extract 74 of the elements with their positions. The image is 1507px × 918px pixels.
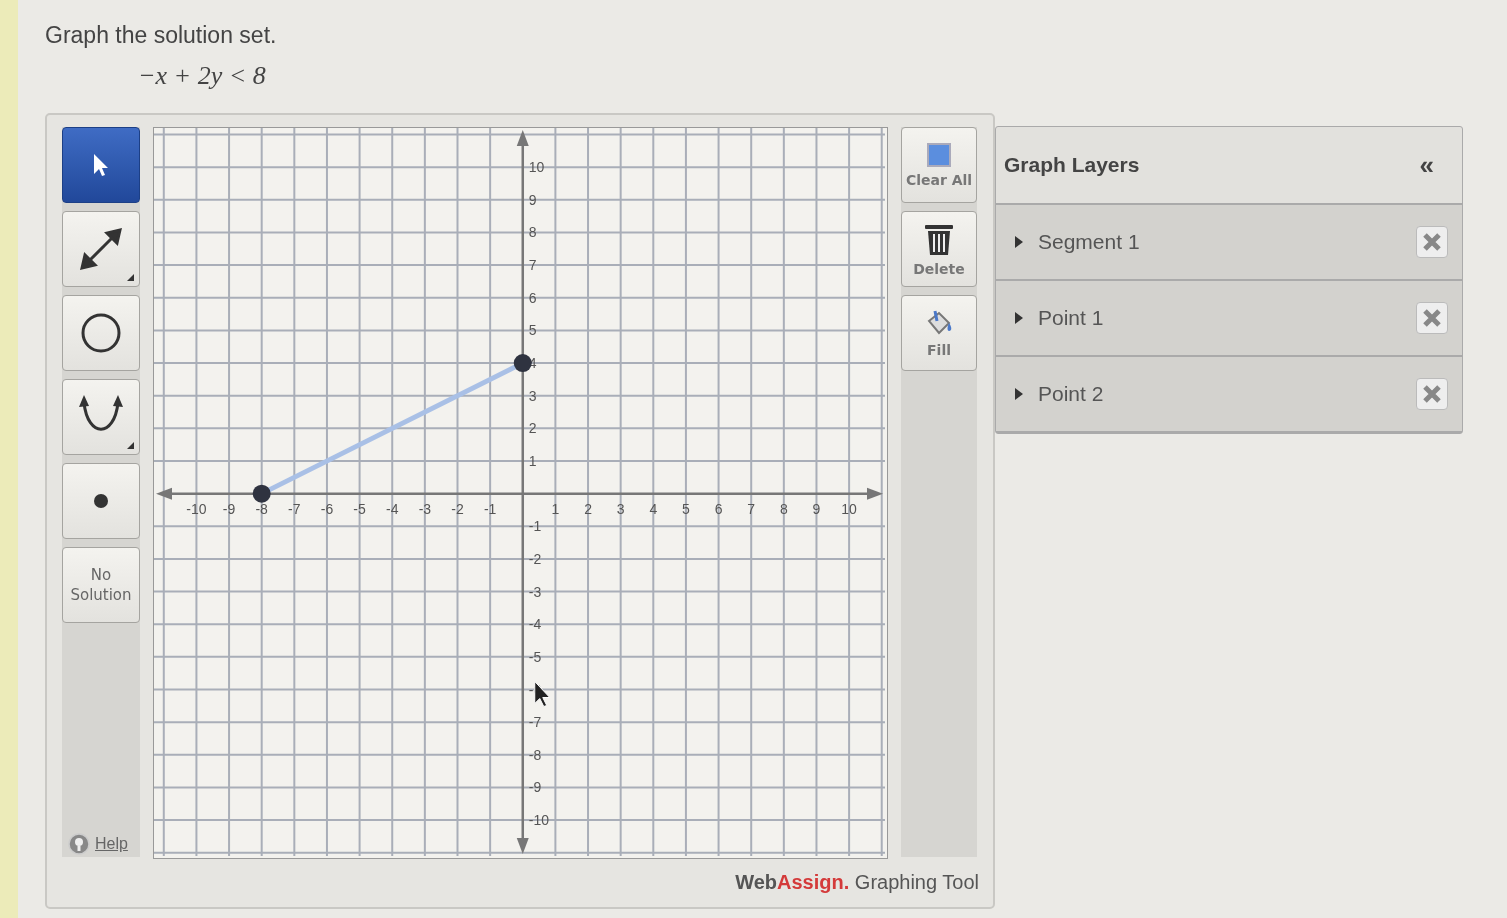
close-icon: [1422, 384, 1442, 404]
tick-label: -8: [255, 500, 268, 517]
tick-label: 9: [812, 500, 821, 517]
fill-button[interactable]: Fill: [901, 295, 977, 371]
circle-icon: [80, 312, 122, 354]
point-tool-button[interactable]: [62, 463, 140, 539]
tick-label: 3: [616, 500, 625, 517]
tick-label: -4: [528, 616, 542, 633]
tick-label: -5: [528, 648, 542, 665]
tick-label: 6: [528, 289, 537, 306]
caret-right-icon[interactable]: [1014, 236, 1024, 248]
tick-label: -1: [483, 500, 497, 517]
layer-row[interactable]: Point 1: [996, 281, 1462, 357]
tick-label: -4: [386, 500, 399, 517]
pointer-tool-button[interactable]: [62, 127, 140, 203]
tick-label: 4: [649, 500, 658, 517]
panel-title: Graph Layers: [1004, 153, 1140, 177]
no-solution-button[interactable]: No Solution: [62, 547, 140, 623]
close-icon: [1422, 308, 1442, 328]
tick-label: 2: [584, 500, 592, 517]
inequality: −x + 2y < 8: [138, 61, 266, 91]
tick-label: 1: [528, 453, 537, 469]
tick-label: -3: [528, 583, 542, 600]
help-link[interactable]: Help: [68, 833, 128, 855]
tick-label: 5: [682, 500, 690, 517]
tick-label: -7: [288, 500, 301, 517]
point-icon: [94, 494, 108, 508]
tick-label: -5: [353, 500, 366, 517]
layer-label: Point 2: [1038, 382, 1105, 406]
tick-label: 9: [528, 191, 537, 208]
collapse-button[interactable]: «: [1419, 149, 1434, 181]
paint-bucket-icon: [925, 308, 953, 337]
tick-label: -3: [418, 500, 432, 517]
close-icon: [1422, 232, 1442, 252]
caret-right-icon[interactable]: [1014, 388, 1024, 400]
tick-label: -9: [528, 779, 542, 796]
tick-label: -7: [528, 714, 542, 731]
circle-tool-button[interactable]: [62, 295, 140, 371]
tick-label: -10: [528, 812, 549, 829]
question-prompt: Graph the solution set.: [45, 22, 278, 49]
tick-label: 8: [528, 224, 537, 241]
layer-row[interactable]: Point 2: [996, 357, 1462, 433]
layer-row[interactable]: Segment 1: [996, 205, 1462, 281]
tick-label: -10: [186, 500, 207, 517]
tick-label: 7: [528, 257, 537, 274]
double-arrow-icon: [79, 227, 123, 271]
delete-button[interactable]: Delete: [901, 211, 977, 287]
tick-label: 1: [551, 500, 560, 517]
delete-layer-button[interactable]: [1416, 226, 1448, 258]
tick-label: -8: [528, 746, 542, 763]
tick-label: 6: [714, 500, 723, 517]
tick-label: 10: [841, 500, 857, 517]
parabola-tool-button[interactable]: [62, 379, 140, 455]
line-tool-button[interactable]: [62, 211, 140, 287]
tick-label: 5: [528, 322, 537, 339]
delete-layer-button[interactable]: [1416, 302, 1448, 334]
clear-button[interactable]: Clear All: [901, 127, 977, 203]
tick-label: -2: [528, 550, 542, 567]
layer-label: Segment 1: [1038, 230, 1141, 254]
tick-label: 2: [528, 420, 537, 437]
tick-label: -1: [528, 518, 542, 535]
tick-label: -6: [320, 500, 334, 517]
tick-label: 3: [528, 387, 537, 404]
tool-credit: WebAssign. Graphing Tool: [735, 871, 979, 894]
tick-label: 7: [747, 500, 756, 517]
tick-label: -2: [451, 500, 464, 517]
tick-label: 10: [528, 159, 545, 176]
pointer-icon: [92, 152, 110, 178]
delete-layer-button[interactable]: [1416, 378, 1448, 410]
tick-label: -9: [222, 500, 236, 517]
layer-label: Point 1: [1038, 306, 1105, 330]
caret-right-icon[interactable]: [1014, 312, 1024, 324]
tick-label: 8: [779, 500, 788, 517]
square-icon: [927, 142, 951, 167]
